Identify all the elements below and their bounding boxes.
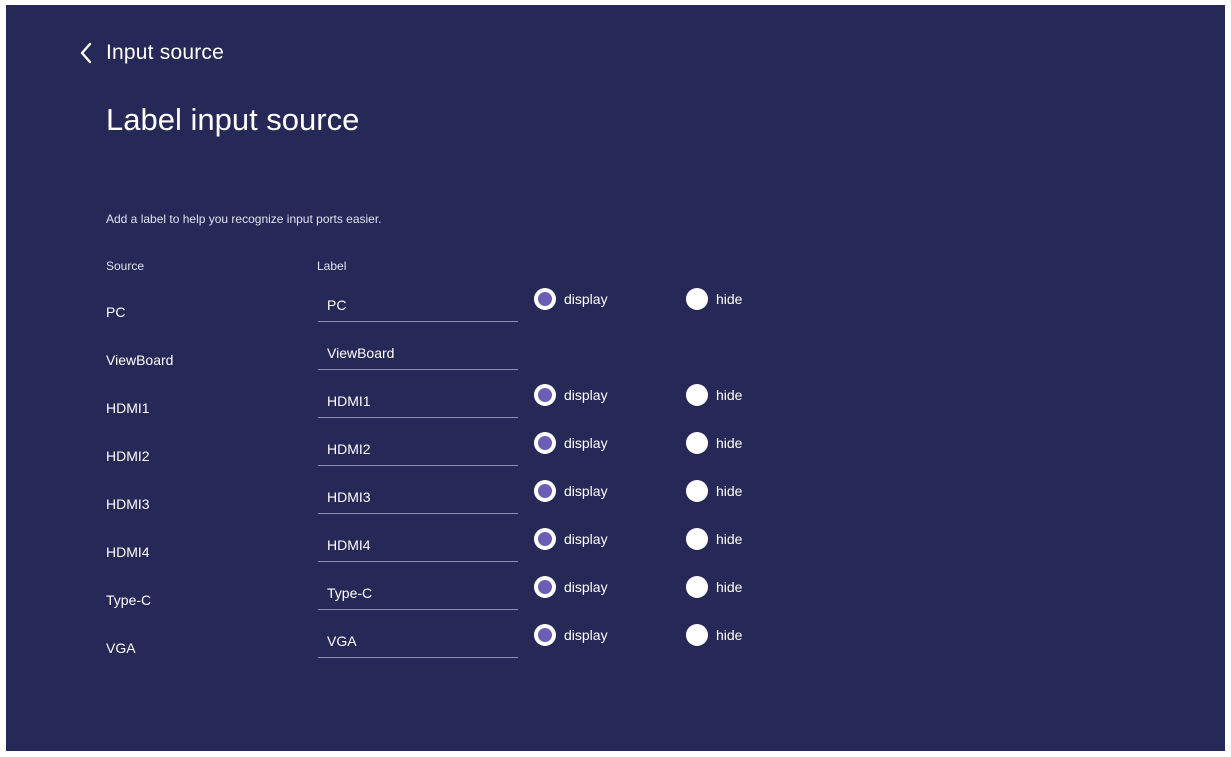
chevron-left-icon xyxy=(80,42,92,64)
hide-label: hide xyxy=(716,579,743,595)
hide-radio[interactable]: hide xyxy=(686,623,742,647)
display-label: display xyxy=(564,483,608,499)
radio-icon xyxy=(534,624,556,646)
radio-icon xyxy=(534,288,556,310)
display-radio[interactable]: display xyxy=(534,527,608,551)
label-input[interactable]: HDMI2 xyxy=(318,431,518,466)
source-row-hdmi4: HDMI4 HDMI4 display hide xyxy=(6,527,1225,575)
radio-icon xyxy=(686,288,708,310)
source-name: HDMI3 xyxy=(106,496,150,512)
radio-icon xyxy=(534,432,556,454)
hide-label: hide xyxy=(716,291,743,307)
back-title[interactable]: Input source xyxy=(106,41,224,65)
display-label: display xyxy=(564,531,608,547)
source-name: HDMI4 xyxy=(106,544,150,560)
display-radio[interactable]: display xyxy=(534,431,608,455)
display-label: display xyxy=(564,387,608,403)
hide-radio[interactable]: hide xyxy=(686,479,742,503)
radio-icon xyxy=(534,480,556,502)
label-input-value: ViewBoard xyxy=(327,345,395,361)
source-row-hdmi2: HDMI2 HDMI2 display hide xyxy=(6,431,1225,479)
source-row-hdmi3: HDMI3 HDMI3 display hide xyxy=(6,479,1225,527)
source-row-vga: VGA VGA display hide xyxy=(6,623,1225,671)
radio-icon xyxy=(534,384,556,406)
source-name: ViewBoard xyxy=(106,352,174,368)
hide-label: hide xyxy=(716,387,743,403)
hide-label: hide xyxy=(716,435,743,451)
hide-radio[interactable]: hide xyxy=(686,575,742,599)
label-input[interactable]: Type-C xyxy=(318,575,518,610)
source-row-hdmi1: HDMI1 HDMI1 display hide xyxy=(6,383,1225,431)
hide-radio[interactable]: hide xyxy=(686,287,742,311)
display-label: display xyxy=(564,579,608,595)
radio-icon xyxy=(686,624,708,646)
column-header-label: Label xyxy=(317,259,347,273)
label-input-value: HDMI2 xyxy=(327,441,371,457)
settings-screen: Input source Label input source Add a la… xyxy=(6,5,1225,751)
radio-icon xyxy=(686,576,708,598)
display-radio[interactable]: display xyxy=(534,287,608,311)
radio-icon xyxy=(686,528,708,550)
label-input[interactable]: ViewBoard xyxy=(318,335,518,370)
page-title: Label input source xyxy=(106,102,360,137)
source-name: HDMI1 xyxy=(106,400,150,416)
hide-radio[interactable]: hide xyxy=(686,383,742,407)
label-input-value: VGA xyxy=(327,633,357,649)
hide-label: hide xyxy=(716,531,743,547)
column-header-source: Source xyxy=(106,259,145,273)
radio-icon xyxy=(686,480,708,502)
source-name: HDMI2 xyxy=(106,448,150,464)
radio-icon xyxy=(686,432,708,454)
hide-label: hide xyxy=(716,483,743,499)
source-row-viewboard: ViewBoard ViewBoard xyxy=(6,335,1225,383)
label-input-value: Type-C xyxy=(327,585,373,601)
radio-icon xyxy=(686,384,708,406)
label-input-value: HDMI4 xyxy=(327,537,371,553)
source-name: VGA xyxy=(106,640,136,656)
display-radio[interactable]: display xyxy=(534,575,608,599)
label-input[interactable]: VGA xyxy=(318,623,518,658)
source-row-pc: PC PC display hide xyxy=(6,287,1225,335)
hide-radio[interactable]: hide xyxy=(686,431,742,455)
hint-text: Add a label to help you recognize input … xyxy=(106,212,382,226)
display-radio[interactable]: display xyxy=(534,623,608,647)
back-button[interactable] xyxy=(74,37,98,69)
label-input-value: PC xyxy=(327,297,347,313)
source-name: Type-C xyxy=(106,592,152,608)
label-input[interactable]: HDMI3 xyxy=(318,479,518,514)
label-input[interactable]: HDMI4 xyxy=(318,527,518,562)
radio-icon xyxy=(534,528,556,550)
display-label: display xyxy=(564,291,608,307)
display-label: display xyxy=(564,435,608,451)
hide-label: hide xyxy=(716,627,743,643)
display-radio[interactable]: display xyxy=(534,383,608,407)
source-row-type-c: Type-C Type-C display hide xyxy=(6,575,1225,623)
label-input[interactable]: PC xyxy=(318,287,518,322)
hide-radio[interactable]: hide xyxy=(686,527,742,551)
label-input-value: HDMI1 xyxy=(327,393,371,409)
radio-icon xyxy=(534,576,556,598)
source-name: PC xyxy=(106,304,126,320)
display-radio[interactable]: display xyxy=(534,479,608,503)
top-bar: Input source xyxy=(74,37,224,69)
label-input-value: HDMI3 xyxy=(327,489,371,505)
display-label: display xyxy=(564,627,608,643)
label-input[interactable]: HDMI1 xyxy=(318,383,518,418)
